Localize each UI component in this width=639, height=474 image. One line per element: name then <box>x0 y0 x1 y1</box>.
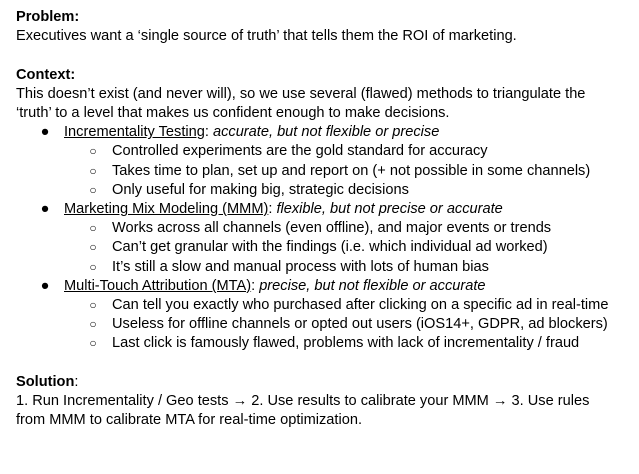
filled-circle-bullet-icon: ● <box>40 277 50 294</box>
hollow-circle-bullet-icon: ○ <box>89 259 97 274</box>
point-text: Works across all channels (even offline)… <box>112 220 552 237</box>
method-separator: : <box>251 277 260 294</box>
point-text: Only useful for making big, strategic de… <box>112 181 409 198</box>
method-item-mmm: ● Marketing Mix Modeling (MMM): flexible… <box>16 200 631 277</box>
context-text-line-1: This doesn’t exist (and never will), so … <box>16 85 586 102</box>
method-item-incrementality: ● Incrementality Testing: accurate, but … <box>16 123 631 200</box>
hollow-circle-bullet-icon: ○ <box>89 240 97 255</box>
method-summary: accurate, but not flexible or precise <box>212 124 440 141</box>
filled-circle-bullet-icon: ● <box>40 201 50 218</box>
list-item: ○ Can’t get granular with the findings (i… <box>16 238 631 257</box>
list-item: ○ It’s still a slow and manual process wi… <box>16 258 631 277</box>
hollow-circle-bullet-icon: ○ <box>89 144 97 159</box>
method-name: Multi-Touch Attribution (MTA) <box>64 277 252 294</box>
methods-list: ● Incrementality Testing: accurate, but … <box>16 123 631 353</box>
solution-heading-line: Solution: <box>16 373 631 392</box>
list-item: ○ Controlled experiments are the gold sta… <box>16 142 631 161</box>
hollow-circle-bullet-icon: ○ <box>89 317 97 332</box>
list-item: ○ Takes time to plan, set up and report o… <box>16 162 631 181</box>
method-name: Marketing Mix Modeling (MMM) <box>64 201 269 218</box>
context-text-line-2: ‘truth’ to a level that makes us confide… <box>16 105 450 121</box>
method-points-list: ○ Can tell you exactly who purchased afte… <box>64 296 631 354</box>
method-separator: : <box>204 124 213 141</box>
point-text: Controlled experiments are the gold stan… <box>112 143 488 160</box>
point-text: It’s still a slow and manual process wit… <box>112 258 489 275</box>
problem-text: Executives want a ‘single source of trut… <box>16 28 517 45</box>
hollow-circle-bullet-icon: ○ <box>89 182 97 197</box>
list-item: ○ Last click is famously flawed, problems… <box>16 334 631 353</box>
point-text: Can tell you exactly who purchased after… <box>112 297 609 314</box>
point-text: Can’t get granular with the findings (i.… <box>112 239 548 256</box>
hollow-circle-bullet-icon: ○ <box>89 163 97 178</box>
method-points-list: ○ Controlled experiments are the gold sta… <box>64 142 631 200</box>
point-text: Takes time to plan, set up and report on… <box>112 162 591 179</box>
method-name: Incrementality Testing <box>64 124 205 141</box>
filled-circle-bullet-icon: ● <box>40 124 50 141</box>
method-summary: flexible, but not precise or accurate <box>276 201 503 218</box>
solution-heading: Solution <box>16 373 75 390</box>
hollow-circle-bullet-icon: ○ <box>89 298 97 313</box>
list-item: ○ Can tell you exactly who purchased afte… <box>16 296 631 315</box>
solution-text-line-2: from MMM to calibrate MTA for real-time … <box>16 412 363 429</box>
hollow-circle-bullet-icon: ○ <box>89 336 97 351</box>
problem-heading: Problem: <box>16 9 80 25</box>
list-item: ○ Useless for offline channels or opted o… <box>16 315 631 334</box>
method-points-list: ○ Works across all channels (even offline… <box>64 219 631 277</box>
solution-text-line-1: 1. Run Incrementality / Geo tests → 2. U… <box>16 393 590 410</box>
method-summary: precise, but not flexible or accurate <box>259 277 486 294</box>
point-text: Last click is famously flawed, problems … <box>112 335 580 352</box>
context-heading: Context: <box>16 66 76 83</box>
list-item: ○ Works across all channels (even offline… <box>16 219 631 238</box>
solution-colon: : <box>74 373 79 390</box>
method-item-mta: ● Multi-Touch Attribution (MTA): precise… <box>16 277 631 354</box>
list-item: ○ Only useful for making big, strategic d… <box>16 181 631 200</box>
point-text: Useless for offline channels or opted ou… <box>112 316 608 333</box>
document-body: Problem: Executives want a ‘single sourc… <box>16 8 631 430</box>
hollow-circle-bullet-icon: ○ <box>89 221 97 236</box>
